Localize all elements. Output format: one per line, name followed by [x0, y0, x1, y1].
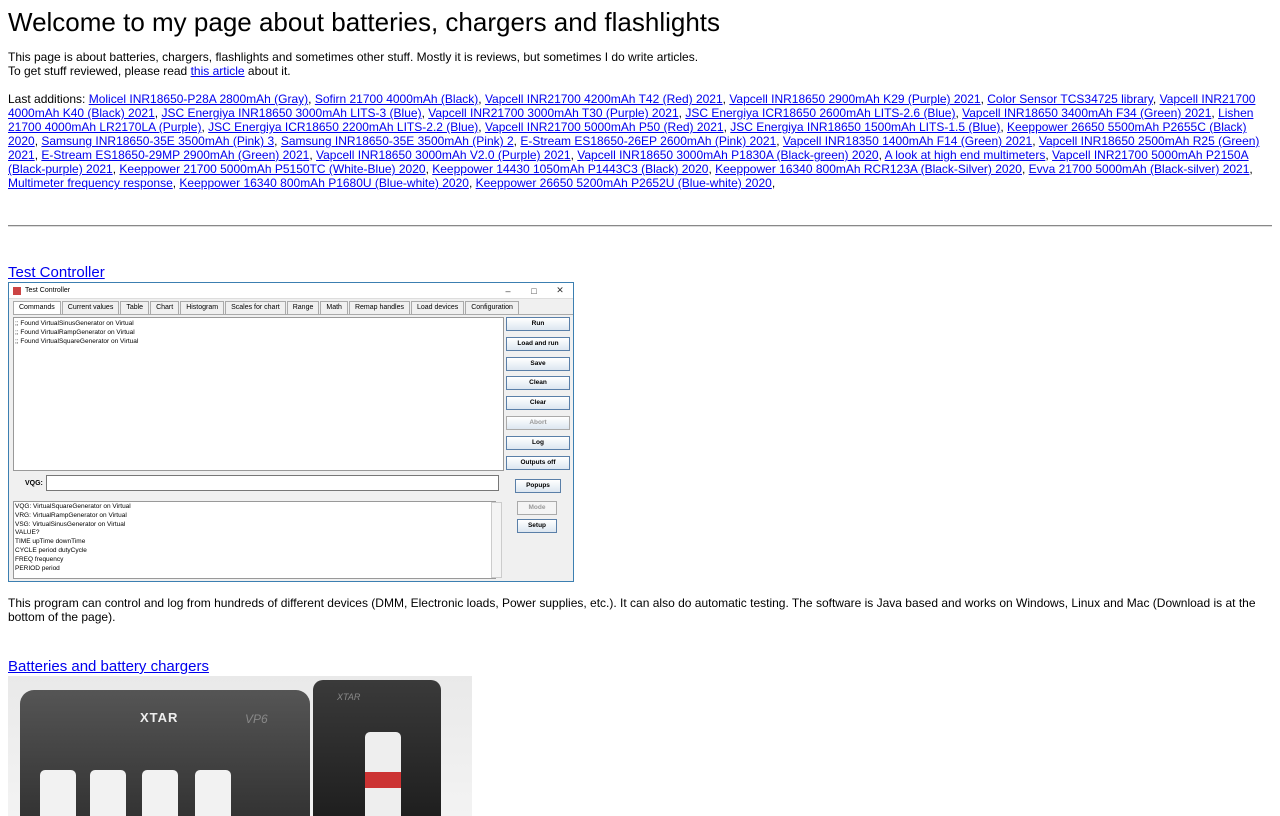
addition-link[interactable]: Multimeter frequency response: [8, 176, 173, 190]
test-controller-description: This program can control and log from hu…: [8, 596, 1256, 624]
additions-list: Molicel INR18650-P28A 2800mAh (Gray), So…: [8, 92, 1260, 190]
battery-cell: [40, 770, 76, 816]
test-controller-link[interactable]: Test Controller: [8, 264, 105, 282]
addition-link[interactable]: E-Stream ES18650-29MP 2900mAh (Green) 20…: [41, 148, 309, 162]
log-line: ;; Found VirtualRampGenerator on Virtual: [15, 329, 135, 336]
review-request-text: To get stuff reviewed, please read this …: [8, 64, 291, 78]
tab-item: Configuration: [465, 301, 519, 314]
addition-link[interactable]: Keeppower 26650 5200mAh P2652U (Blue-whi…: [476, 176, 772, 190]
maximize-icon: □: [531, 285, 537, 296]
popups-button: Popups: [515, 479, 561, 493]
charger2-brand: XTAR: [337, 692, 361, 702]
vqg-label: VQG:: [25, 480, 43, 487]
tab-item: Table: [120, 301, 150, 314]
addition-link[interactable]: Sofirn 21700 4000mAh (Black): [315, 92, 478, 106]
charger-model: VP6: [245, 712, 268, 726]
divider: [8, 225, 1272, 227]
charger-small: XTAR: [313, 680, 441, 816]
log-output: ;; Found VirtualSinusGenerator on Virtua…: [13, 317, 504, 471]
command-line: PERIOD period: [15, 564, 60, 572]
command-line: TIME upTime downTime: [15, 538, 86, 546]
setup-button: Setup: [517, 519, 557, 533]
tab-item: Histogram: [180, 301, 225, 314]
addition-link[interactable]: Vapcell INR18650 3000mAh P1830A (Black-g…: [577, 148, 878, 162]
addition-link[interactable]: JSC Energiya ICR18650 2200mAh LITS-2.2 (…: [208, 120, 478, 134]
addition-link[interactable]: Vapcell INR21700 5000mAh P50 (Red) 2021: [485, 120, 724, 134]
vqg-input: [46, 475, 499, 491]
page: Welcome to my page about batteries, char…: [0, 6, 1280, 816]
addition-link[interactable]: Vapcell INR21700 4200mAh T42 (Red) 2021: [485, 92, 723, 106]
last-additions: Last additions: Molicel INR18650-P28A 28…: [8, 92, 1272, 190]
side-buttons: Run Load and run Save Clean Clear Abort Log Out…: [506, 317, 570, 475]
batteries-link[interactable]: Batteries and battery chargers: [8, 658, 209, 676]
tab-item: Range: [286, 301, 320, 314]
addition-link[interactable]: Vapcell INR18350 1400mAh F14 (Green) 202…: [783, 134, 1032, 148]
addition-link[interactable]: Vapcell INR21700 3000mAh T30 (Purple) 20…: [428, 106, 678, 120]
addition-link[interactable]: Vapcell INR18650 2900mAh K29 (Purple) 20…: [729, 92, 980, 106]
window-title: Test Controller: [25, 287, 71, 294]
test-controller-screenshot[interactable]: Test Controller – □ ✕ Commands Current va…: [8, 282, 574, 582]
tab-item: Commands: [13, 301, 61, 314]
tab-item: Scales for chart: [225, 301, 286, 314]
intro-text: This page is about batteries, chargers, …: [8, 50, 699, 64]
log-line: ;; Found VirtualSquareGenerator on Virtu…: [15, 338, 139, 345]
addition-link[interactable]: Keeppower 16340 800mAh P1680U (Blue-whit…: [179, 176, 469, 190]
side-button: Log: [506, 435, 570, 450]
addition-link[interactable]: Samsung INR18650-35E 3500mAh (Pink) 2: [281, 134, 514, 148]
addition-link[interactable]: Samsung INR18650-35E 3500mAh (Pink) 3: [41, 134, 274, 148]
addition-link[interactable]: JSC Energiya ICR18650 2600mAh LITS-2.6 (…: [685, 106, 955, 120]
tab-item: Chart: [150, 301, 180, 314]
tab-item: Remap handles: [348, 301, 410, 314]
last-additions-label: Last additions:: [8, 92, 89, 106]
minimize-icon: –: [505, 285, 511, 296]
close-icon: ✕: [556, 285, 564, 295]
page-title: Welcome to my page about batteries, char…: [8, 7, 721, 37]
side-button: Run: [506, 317, 570, 331]
addition-link[interactable]: JSC Energiya INR18650 3000mAh LITS-3 (Bl…: [161, 106, 421, 120]
charger-brand: XTAR: [140, 710, 179, 725]
addition-link[interactable]: Vapcell INR18650 3000mAh V2.0 (Purple) 2…: [316, 148, 571, 162]
side-button: Save: [506, 356, 570, 371]
addition-link[interactable]: Keeppower 14430 1050mAh P1443C3 (Black) …: [432, 162, 708, 176]
tab-item: Math: [320, 301, 348, 314]
log-line: ;; Found VirtualSinusGenerator on Virtua…: [15, 320, 134, 327]
command-line: VQG: VirtualSquareGenerator on Virtual: [15, 503, 131, 510]
addition-link[interactable]: Keeppower 21700 5000mAh P5150TC (White-B…: [119, 162, 425, 176]
tab-item: Load devices: [410, 301, 465, 314]
side-button: Clear: [506, 396, 570, 411]
app-icon: [13, 286, 21, 295]
charger-photo[interactable]: XTAR VP6 XTAR: [8, 676, 472, 816]
battery-cell: [365, 732, 401, 816]
battery-cell: [142, 770, 178, 816]
battery-cell: [90, 770, 126, 816]
side-button: Clean: [506, 376, 570, 391]
command-list: VQG: VirtualSquareGenerator on Virtual VR…: [13, 501, 496, 579]
charger-vp6: XTAR VP6: [20, 690, 310, 816]
addition-link[interactable]: A look at high end multimeters: [885, 148, 1046, 162]
addition-link[interactable]: Evva 21700 5000mAh (Black-silver) 2021: [1029, 162, 1250, 176]
command-line: VSG: VirtualSinusGenerator on Virtual: [15, 520, 126, 528]
addition-link[interactable]: Color Sensor TCS34725 library: [987, 92, 1153, 106]
command-list-scrollbar: [491, 502, 502, 578]
side-button: Abort: [506, 415, 570, 430]
addition-link[interactable]: Keeppower 16340 800mAh RCR123A (Black-Si…: [715, 162, 1022, 176]
command-line: FREQ frequency: [15, 555, 64, 563]
addition-link[interactable]: JSC Energiya INR18650 1500mAh LITS-1.5 (…: [730, 120, 1000, 134]
tab-item: Current values: [61, 301, 120, 314]
command-line: CYCLE period dutyCycle: [15, 546, 87, 554]
tab-bar: Commands Current values Table Chart Histogra…: [13, 301, 573, 315]
addition-link[interactable]: Molicel INR18650-P28A 2800mAh (Gray): [89, 92, 308, 106]
window-titlebar: Test Controller – □ ✕: [9, 283, 573, 299]
side-button: Load and run: [506, 336, 570, 351]
this-article-link[interactable]: this article: [191, 64, 245, 78]
battery-cell: [195, 770, 231, 816]
command-line: VALUE?: [15, 529, 40, 537]
mode-button: Mode: [517, 501, 557, 515]
command-line: VRG: VirtualRampGenerator on Virtual: [15, 511, 127, 519]
addition-link[interactable]: Vapcell INR18650 3400mAh F34 (Green) 202…: [962, 106, 1211, 120]
side-button: Outputs off: [506, 455, 570, 470]
addition-link[interactable]: E-Stream ES18650-26EP 2600mAh (Pink) 202…: [520, 134, 776, 148]
